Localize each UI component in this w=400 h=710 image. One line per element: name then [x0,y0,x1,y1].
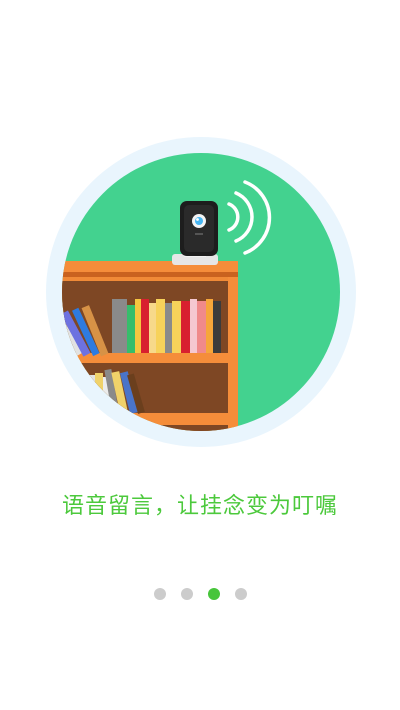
page-dot-1[interactable] [153,588,166,600]
onboarding-page: 语音留言，让挂念变为叮嘱 [0,0,400,710]
page-dot-3-active[interactable] [207,588,220,600]
page-indicator [0,587,400,601]
page-dot-4[interactable] [234,588,247,600]
camera-bookshelf-illustration [46,137,356,447]
onboarding-caption: 语音留言，让挂念变为叮嘱 [61,494,338,519]
page-dot-2[interactable] [180,588,193,600]
